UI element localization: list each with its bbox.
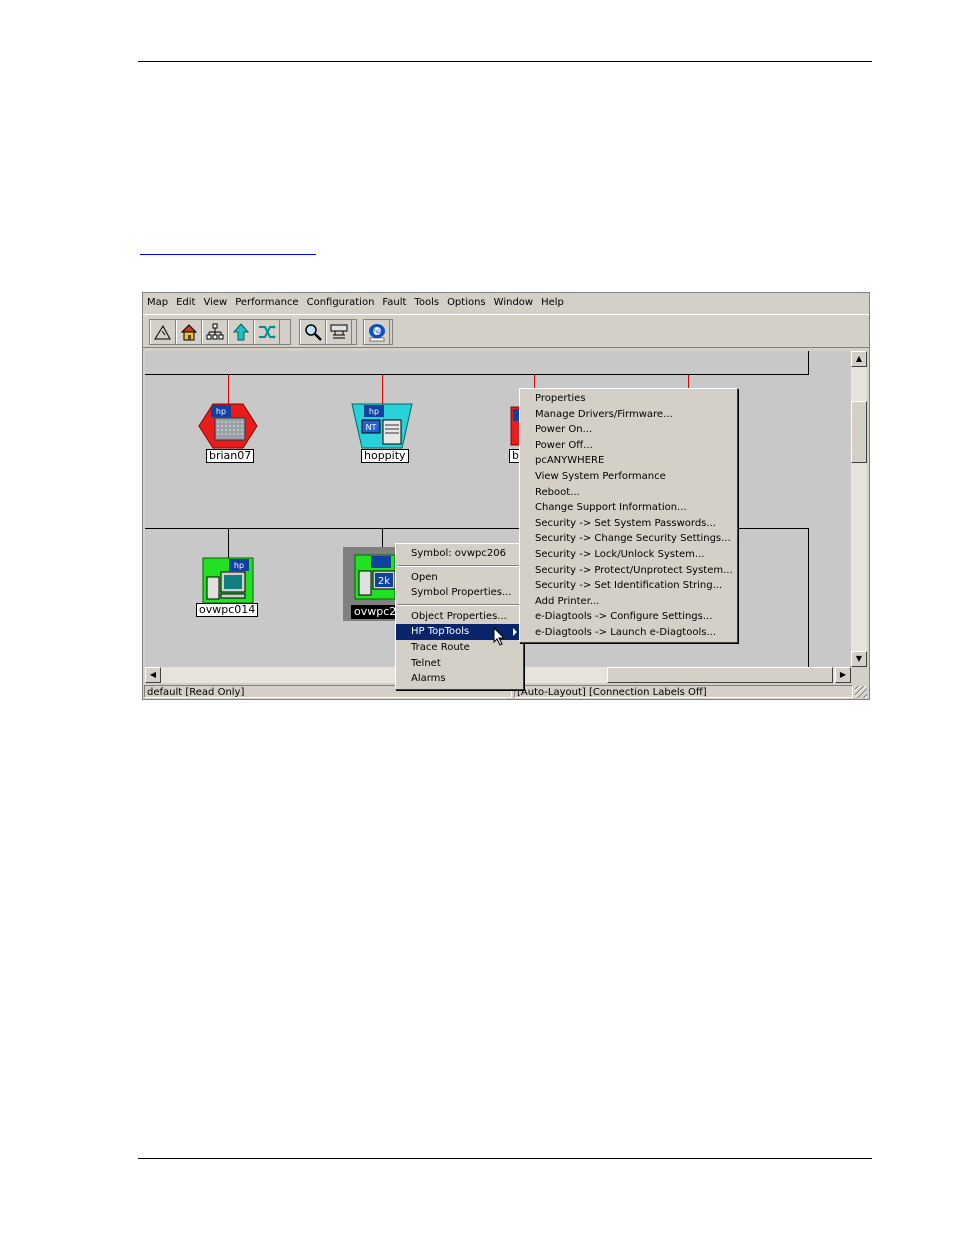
context-menu-item[interactable]: Symbol: ovwpc206 (396, 546, 523, 562)
toolbar-group-toptools: hp (363, 319, 393, 345)
mouse-cursor-icon (493, 627, 506, 646)
svg-text:NT: NT (366, 423, 377, 432)
svg-text:hp: hp (369, 407, 379, 416)
map-up-button[interactable] (150, 320, 176, 344)
segment-top-end (808, 351, 809, 375)
node-label: ovwpc014 (196, 603, 259, 617)
toolbar: hp (143, 314, 869, 348)
menu-performance[interactable]: Performance (231, 294, 302, 312)
node-label: hoppity (361, 449, 409, 463)
shuffle-icon (259, 325, 276, 339)
submenu-item[interactable]: View System Performance (520, 469, 737, 485)
context-menu-item[interactable]: Open (396, 570, 523, 586)
page-header-rule (138, 61, 872, 62)
find-button[interactable] (300, 320, 326, 344)
menubar: Map Edit View Performance Configuration … (143, 293, 869, 313)
submenu-item[interactable]: Manage Drivers/Firmware... (520, 407, 737, 423)
hp-nt-server-icon: hp NT (351, 403, 413, 449)
context-menu-item[interactable]: Symbol Properties... (396, 585, 523, 601)
scroll-right-button[interactable]: ▶ (835, 667, 851, 683)
segment-bottom-end (808, 528, 809, 667)
map-node-ovwpc206[interactable]: 2k ovwpc2 (343, 547, 403, 621)
submenu-item[interactable]: Change Support Information... (520, 500, 737, 516)
node-label: ovwpc2 (351, 605, 400, 619)
toolbar-group-find (299, 319, 357, 345)
submenu-item[interactable]: e-Diagtools -> Configure Settings... (520, 609, 737, 625)
hp-toptools-icon: hp (369, 324, 385, 342)
submenu-item[interactable]: Power Off... (520, 438, 737, 454)
node-icon-text: 2k (378, 576, 390, 587)
submenu-item[interactable]: Security -> Set System Passwords... (520, 516, 737, 532)
menu-separator (398, 564, 521, 567)
submenu-item[interactable]: Security -> Protect/Unprotect System... (520, 563, 737, 579)
scroll-up-button[interactable]: ▲ (851, 351, 867, 367)
map-node-brian07[interactable]: hp brian07 (197, 403, 259, 465)
context-menu-item-label: HP TopTools (411, 626, 470, 638)
submenu-item[interactable]: Add Printer... (520, 594, 737, 610)
menu-tools[interactable]: Tools (410, 294, 443, 312)
menu-map[interactable]: Map (143, 294, 172, 312)
menu-fault[interactable]: Fault (378, 294, 410, 312)
menu-separator (398, 603, 521, 606)
submenu-item[interactable]: Security -> Set Identification String... (520, 578, 737, 594)
menu-options[interactable]: Options (443, 294, 490, 312)
up-arrow-button[interactable] (228, 320, 254, 344)
horizontal-scroll-thumb[interactable] (607, 667, 833, 683)
resize-grip[interactable] (855, 686, 867, 698)
link-line (382, 529, 383, 547)
node-label: brian07 (206, 449, 255, 463)
hyperlink-underline[interactable] (140, 254, 316, 255)
context-menu-item[interactable]: Alarms (396, 671, 523, 687)
menu-help[interactable]: Help (537, 294, 568, 312)
submenu-item[interactable]: e-Diagtools -> Launch e-Diagtools... (520, 625, 737, 641)
up-arrow-icon (232, 323, 250, 341)
submenu-item[interactable]: pcANYWHERE (520, 453, 737, 469)
map-node-ovwpc014[interactable]: hp ovwpc014 (196, 557, 259, 619)
link-line (688, 375, 689, 389)
svg-text:hp: hp (234, 561, 244, 570)
scroll-down-button[interactable]: ▼ (851, 651, 867, 667)
submenu-item[interactable]: Security -> Change Security Settings... (520, 531, 737, 547)
hp-toptools-button[interactable]: hp (364, 320, 390, 344)
vertical-scroll-thumb[interactable] (851, 401, 867, 463)
toolbar-group-navigation (149, 319, 291, 345)
svg-text:hp: hp (216, 407, 226, 416)
segment-top-line (145, 374, 809, 375)
submenu-item[interactable]: Security -> Lock/Unlock System... (520, 547, 737, 563)
submenu-arrow-icon (513, 628, 517, 637)
network-status-icon (330, 324, 348, 339)
menu-window[interactable]: Window (490, 294, 537, 312)
hp-pc-2k-icon: 2k (354, 554, 396, 600)
svg-text:hp: hp (373, 328, 381, 335)
map-node-hoppity[interactable]: hp NT hoppity (351, 403, 413, 465)
hp-toptools-submenu: Properties Manage Drivers/Firmware... Po… (519, 388, 738, 643)
toptools-map-window: Map Edit View Performance Configuration … (142, 292, 870, 700)
network-tree-button[interactable] (202, 320, 228, 344)
menu-configuration[interactable]: Configuration (303, 294, 379, 312)
submenu-item[interactable]: Properties (520, 391, 737, 407)
node-context-menu: Symbol: ovwpc206 Open Symbol Properties.… (395, 543, 524, 690)
scroll-left-button[interactable]: ◀ (145, 667, 161, 683)
find-icon (305, 324, 322, 341)
vertical-scrollbar[interactable]: ▲ ▼ (851, 351, 867, 667)
network-status-button[interactable] (326, 320, 352, 344)
menu-view[interactable]: View (199, 294, 231, 312)
hp-pc-icon: hp (202, 557, 254, 604)
home-button[interactable] (176, 320, 202, 344)
shuffle-button[interactable] (254, 320, 280, 344)
link-line (382, 375, 383, 405)
link-line (228, 529, 229, 559)
submenu-item[interactable]: Reboot... (520, 485, 737, 501)
map-up-icon (154, 324, 171, 340)
hp-server-icon: hp (198, 403, 258, 449)
home-icon (180, 324, 198, 341)
menu-edit[interactable]: Edit (172, 294, 199, 312)
page-footer-rule (138, 1158, 872, 1159)
context-menu-item[interactable]: Object Properties... (396, 609, 523, 625)
link-line (228, 375, 229, 405)
network-tree-icon (206, 323, 224, 340)
submenu-item[interactable]: Power On... (520, 422, 737, 438)
context-menu-item[interactable]: Telnet (396, 656, 523, 672)
status-layout: [Auto-Layout] [Connection Labels Off] (514, 685, 853, 698)
